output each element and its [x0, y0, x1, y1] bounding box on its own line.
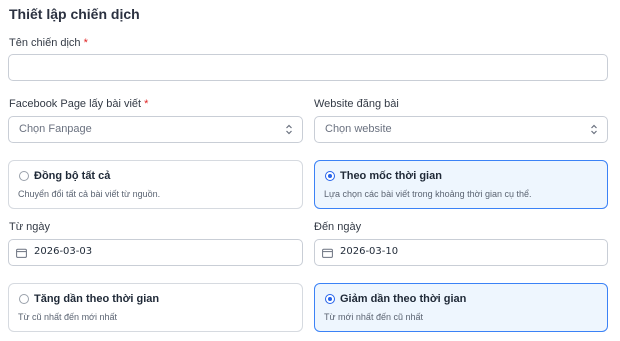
section-title: Thiết lập chiến dịch: [9, 6, 140, 22]
ascending-order-option[interactable]: Tăng dần theo thời gian Từ cũ nhất đến m…: [8, 283, 303, 332]
to-date-input[interactable]: 2026-03-10: [314, 239, 608, 266]
from-date-label: Từ ngày: [9, 221, 50, 233]
fanpage-label: Facebook Page lấy bài viết *: [9, 98, 148, 110]
campaign-name-label: Tên chiến dịch *: [9, 37, 88, 49]
required-mark: *: [144, 98, 149, 110]
option-description: Lựa chọn các bài viết trong khoảng thời …: [324, 189, 532, 199]
sync-all-option[interactable]: Đồng bộ tất cả Chuyển đổi tất cả bài viế…: [8, 160, 303, 209]
from-date-input[interactable]: 2026-03-03: [8, 239, 303, 266]
radio-button[interactable]: [19, 171, 29, 181]
website-select-placeholder: Chọn website: [325, 123, 392, 135]
website-select[interactable]: Chọn website: [314, 116, 608, 143]
option-description: Từ cũ nhất đến mới nhất: [18, 312, 117, 322]
website-label: Website đăng bài: [314, 98, 399, 110]
campaign-name-input[interactable]: [8, 54, 608, 81]
radio-button[interactable]: [325, 171, 335, 181]
option-description: Từ mới nhất đến cũ nhất: [324, 312, 423, 322]
chevron-up-down-icon: [591, 124, 597, 135]
sync-by-time-option[interactable]: Theo mốc thời gian Lựa chọn các bài viết…: [314, 160, 608, 209]
from-date-value: 2026-03-03: [34, 246, 93, 257]
to-date-value: 2026-03-10: [340, 246, 399, 257]
calendar-icon: [16, 248, 27, 258]
required-mark: *: [83, 37, 88, 49]
option-title: Tăng dần theo thời gian: [34, 293, 160, 305]
fanpage-label-text: Facebook Page lấy bài viết: [9, 98, 142, 110]
fanpage-select-placeholder: Chọn Fanpage: [19, 123, 92, 135]
chevron-up-down-icon: [286, 124, 292, 135]
option-title: Đồng bộ tất cả: [34, 170, 111, 182]
radio-button[interactable]: [19, 294, 29, 304]
calendar-icon: [322, 248, 333, 258]
campaign-name-label-text: Tên chiến dịch: [9, 37, 81, 49]
option-title: Theo mốc thời gian: [340, 170, 442, 182]
option-description: Chuyển đổi tất cả bài viết từ nguồn.: [18, 189, 161, 199]
option-title: Giảm dần theo thời gian: [340, 293, 467, 305]
to-date-label: Đến ngày: [314, 221, 362, 233]
fanpage-select[interactable]: Chọn Fanpage: [8, 116, 303, 143]
radio-button[interactable]: [325, 294, 335, 304]
descending-order-option[interactable]: Giảm dần theo thời gian Từ mới nhất đến …: [314, 283, 608, 332]
